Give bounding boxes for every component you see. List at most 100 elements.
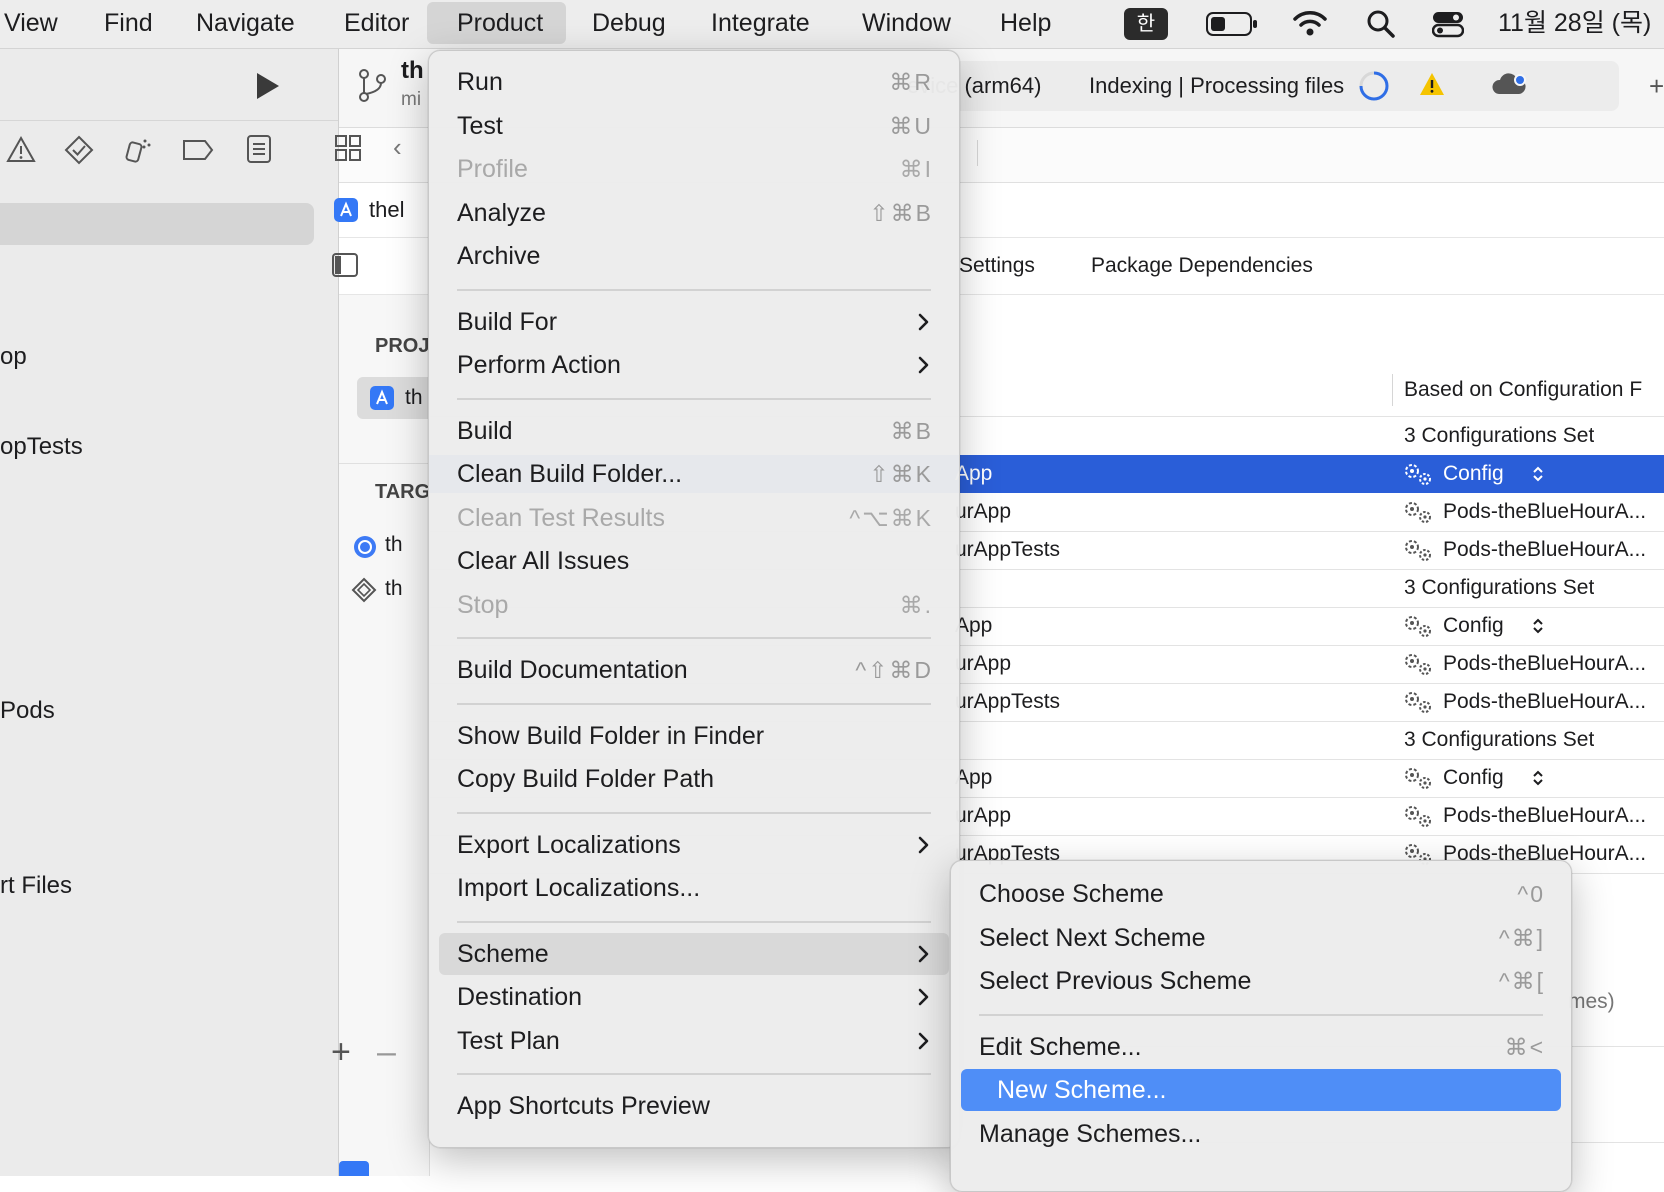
menu-window[interactable]: Window [862,0,951,46]
toolbar-branch-name[interactable]: mi [401,89,421,111]
stepper-chevron-icon[interactable] [1531,768,1545,793]
menu-item-destination[interactable]: Destination [429,976,959,1018]
menu-find[interactable]: Find [104,0,153,46]
search-icon[interactable] [1366,9,1396,44]
menu-item-label: Edit Scheme... [979,1032,1142,1061]
menu-item-shortcut: ^0 [1517,881,1545,907]
menu-separator [457,920,931,923]
menu-item-label: Manage Schemes... [979,1119,1202,1148]
menu-item-build-for[interactable]: Build For [429,301,959,343]
menu-separator [457,811,931,814]
menu-separator [979,1013,1543,1016]
test-navigator-icon[interactable] [64,135,94,170]
menu-item-choose-scheme[interactable]: Choose Scheme ^0 [951,873,1571,915]
warning-icon[interactable] [1419,71,1445,102]
menu-editor[interactable]: Editor [344,0,409,46]
battery-icon[interactable] [1206,10,1258,43]
debug-navigator-icon[interactable] [122,135,152,170]
sidebar-selected-row[interactable] [0,203,314,245]
sidebar-item-app-tests[interactable]: opTests [0,433,83,461]
menu-item-shortcut: ⇧⌘B [869,199,933,226]
cloud-status-icon[interactable] [1491,71,1527,102]
targets-header: TARG [375,481,431,503]
footer-indicator [339,1161,369,1176]
sidebar-item-pods[interactable]: Pods [0,697,55,725]
row-name: App [955,614,993,637]
menubar-clock[interactable]: 11월 28일 (목) [1498,0,1651,46]
breakpoint-navigator-icon[interactable] [182,139,214,166]
menu-item-run[interactable]: Run ⌘R [429,61,959,103]
target-item-tests[interactable]: th [385,577,403,601]
menu-item-clean-build-folder[interactable]: Clean Build Folder... ⇧⌘K [429,453,959,495]
menu-view[interactable]: View [4,0,58,46]
menu-help[interactable]: Help [1000,0,1051,46]
menu-item-select-previous-scheme[interactable]: Select Previous Scheme ^⌘[ [951,960,1571,1002]
sidebar-item-support-files[interactable]: rt Files [0,872,72,900]
menu-item-label: Export Localizations [457,830,681,859]
menu-item-show-build-folder-in-finder[interactable]: Show Build Folder in Finder [429,715,959,757]
editor-grid-icon[interactable] [334,134,362,167]
add-tab-icon[interactable]: + [1649,71,1664,102]
list-divider [339,463,429,464]
menu-item-label: Destination [457,983,583,1011]
row-config-value: 3 Configurations Set [1404,424,1595,447]
menu-item-manage-schemes[interactable]: Manage Schemes... [951,1113,1571,1155]
wifi-icon[interactable] [1292,8,1328,43]
gear-icon [1401,613,1431,639]
menu-item-shortcut: ⌘B [890,417,933,444]
toolbar-project-name[interactable]: th [401,57,424,85]
warning-filter-icon[interactable] [6,135,36,170]
menu-item-scheme[interactable]: Scheme [439,932,949,975]
menu-item-perform-action[interactable]: Perform Action [429,344,959,386]
menu-navigate[interactable]: Navigate [196,0,295,46]
report-navigator-icon[interactable] [246,134,272,169]
file-crumb[interactable]: thel [369,197,404,223]
menu-item-shortcut: ⌘. [899,591,933,618]
menu-item-test[interactable]: Test ⌘U [429,105,959,147]
menu-debug[interactable]: Debug [592,0,666,46]
menu-item-label: Clean Test Results [457,503,665,532]
menu-product[interactable]: Product [427,2,566,44]
project-row-selected[interactable]: th [357,377,429,419]
row-config-value: Pods-theBlueHourA... [1443,690,1647,713]
config-column-header[interactable]: Based on Configuration F [1404,378,1642,402]
menu-item-export-localizations[interactable]: Export Localizations [429,824,959,866]
remove-target-icon[interactable]: – [377,1033,396,1072]
tab-build-settings[interactable]: Settings [959,254,1035,278]
row-config-value: Pods-theBlueHourA... [1443,652,1647,675]
menu-item-label: Perform Action [457,351,621,379]
menu-item-analyze[interactable]: Analyze ⇧⌘B [429,192,959,234]
row-config-value[interactable]: Config [1443,462,1504,486]
tab-package-dependencies[interactable]: Package Dependencies [1091,254,1313,278]
menu-item-label: Stop [457,590,509,619]
back-chevron-icon[interactable]: ‹ [393,132,402,163]
stepper-chevron-icon[interactable] [1531,616,1545,641]
menu-item-copy-build-folder-path[interactable]: Copy Build Folder Path [429,758,959,800]
menu-item-app-shortcuts-preview[interactable]: App Shortcuts Preview [429,1085,959,1127]
menu-item-edit-scheme[interactable]: Edit Scheme... ⌘< [951,1026,1571,1068]
menu-item-build-documentation[interactable]: Build Documentation ^⇧⌘D [429,649,959,691]
project-item-label: th [405,386,423,409]
menu-item-build[interactable]: Build ⌘B [429,410,959,452]
menu-item-test-plan[interactable]: Test Plan [429,1020,959,1062]
menu-item-shortcut: ⌘< [1504,1033,1545,1060]
run-button[interactable] [250,69,284,108]
sidebar-toggle-icon[interactable] [331,252,359,283]
menu-integrate[interactable]: Integrate [711,0,810,46]
stepper-chevron-icon[interactable] [1531,464,1545,489]
input-source-badge[interactable]: 한 [1124,8,1168,40]
sidebar-item-app[interactable]: op [0,343,27,371]
menu-item-import-localizations[interactable]: Import Localizations... [429,867,959,909]
row-config-value[interactable]: Config [1443,614,1504,638]
row-config-value: Pods-theBlueHourA... [1443,500,1647,523]
menu-item-clear-all-issues[interactable]: Clear All Issues [429,540,959,582]
row-config-value[interactable]: Config [1443,766,1504,790]
menu-item-archive[interactable]: Archive [429,235,959,277]
control-center-icon[interactable] [1431,10,1465,43]
menu-item-select-next-scheme[interactable]: Select Next Scheme ^⌘] [951,917,1571,959]
add-target-icon[interactable]: + [331,1033,351,1072]
target-item-app[interactable]: th [385,533,403,557]
chevron-right-icon [913,944,933,964]
menu-item-label: Test Plan [457,1026,560,1055]
menu-item-new-scheme[interactable]: New Scheme... [961,1069,1561,1111]
